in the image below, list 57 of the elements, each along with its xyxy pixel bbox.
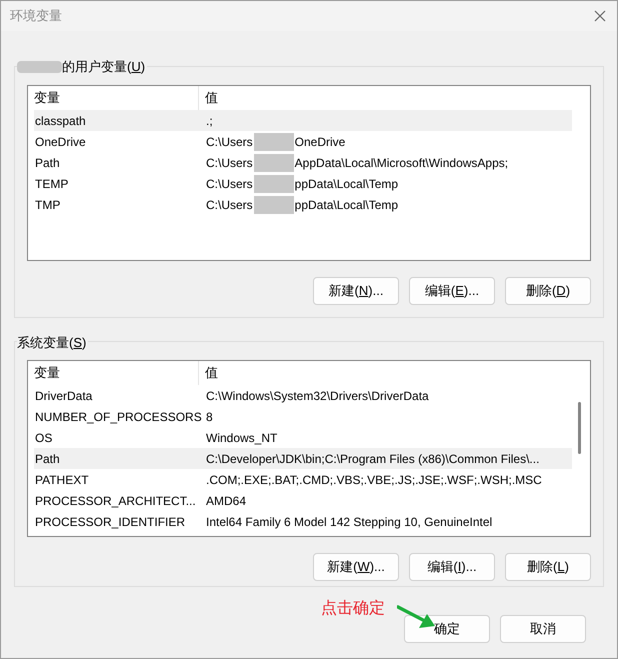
table-cell-text: C:\Users (206, 196, 253, 214)
table-cell-text: .; (206, 112, 213, 130)
table-row[interactable]: PATHEXT .COM;.EXE;.BAT;.CMD;.VBS;.VBE;.JS;.JSE;.WSF;.WSH;.MSC (34, 469, 572, 490)
annotation-text: 点击确定 (321, 598, 385, 619)
table-cell-text: classpath (35, 112, 87, 130)
table-row[interactable]: TMP C:\Users ppData\Local\Temp (34, 194, 572, 215)
table-cell-text: AppData\Local\Microsoft\WindowsApps; (294, 154, 508, 172)
table-cell-text: PATHEXT (35, 472, 90, 488)
table-row[interactable]: Path C:\Developer\JDK\bin;C:\Program Files (x86)\Common Files\... (34, 448, 572, 469)
table-cell-text: PROCESSOR_IDENTIFIER (35, 514, 186, 530)
dialog-button[interactable]: 新建(N)... (313, 277, 399, 305)
table-cell-text: Path (35, 154, 61, 172)
table-cell-text: Windows_NT (206, 430, 278, 446)
table-row[interactable]: OneDrive C:\Users OneDrive (34, 131, 572, 152)
dialog-button[interactable]: 新建(W)... (313, 553, 399, 581)
table-row[interactable]: DriverData C:\Windows\System32\Drivers\DriverData (34, 385, 572, 406)
table-cell-text: ppData\Local\Temp (294, 196, 398, 214)
ok-button[interactable]: 确定 (404, 615, 490, 643)
table-cell-text: 8 (206, 408, 213, 426)
table-cell-text: Path (35, 450, 61, 468)
table-cell-text: C:\Users (206, 134, 253, 150)
table-cell-text: DriverData (35, 388, 94, 404)
cancel-button[interactable]: 取消 (500, 615, 586, 643)
table-cell-text: C:\Developer\JDK\bin;C:\Program Files (x86)\Common Files\... (206, 450, 540, 468)
dialog-button[interactable]: 删除(L) (505, 553, 591, 581)
table-row[interactable]: classpath .; (34, 110, 572, 131)
table-cell-text: AMD64 (206, 492, 246, 510)
table-cell-text: C:\Users (206, 154, 253, 172)
table-cell-text: TEMP (35, 176, 70, 192)
column-header[interactable]: 值 (199, 361, 572, 385)
dialog-button[interactable]: 删除(D) (505, 277, 591, 305)
group-label: 的用户变量(U) (62, 58, 146, 76)
table-cell-text: OneDrive (35, 134, 87, 150)
table-row[interactable]: NUMBER_OF_PROCESSORS 8 (34, 406, 572, 427)
table-cell-text: .COM;.EXE;.BAT;.CMD;.VBS;.VBE;.JS;.JSE;.WSF;.WSH;.MSC (206, 472, 542, 488)
group-label: 系统变量(S) (17, 335, 86, 350)
table-row[interactable]: TEMP C:\Users ppData\Local\Temp (34, 173, 572, 194)
table-cell-text: Intel64 Family 6 Model 142 Stepping 10, GenuineIntel (206, 514, 492, 530)
table-row[interactable]: PROCESSOR_IDENTIFIER Intel64 Family 6 Model 142 Stepping 10, GenuineIntel (34, 511, 572, 532)
table-cell-text: TMP (35, 196, 62, 214)
table-row[interactable]: Path C:\Users AppData\Local\Microsoft\WindowsApps; (34, 152, 572, 173)
table-cell-text: ppData\Local\Temp (294, 176, 398, 192)
table-cell-text: C:\Windows\System32\Drivers\DriverData (206, 388, 429, 404)
dialog-button[interactable]: 编辑(E)... (409, 277, 495, 305)
scrollbar-thumb[interactable] (578, 402, 581, 454)
table-cell-text: PROCESSOR_ARCHITECT... (35, 492, 197, 510)
column-header[interactable]: 变量 (34, 361, 199, 385)
table-cell-text: C:\Users (206, 176, 253, 192)
table-cell-text: OneDrive (294, 134, 346, 150)
close-icon (594, 10, 606, 22)
table-row[interactable]: OS Windows_NT (34, 427, 572, 448)
dialog-button[interactable]: 编辑(I)... (409, 553, 495, 581)
column-header[interactable]: 值 (199, 86, 572, 110)
table-cell-text: NUMBER_OF_PROCESSORS (35, 408, 199, 426)
window-title: 环境变量 (10, 7, 62, 26)
table-row[interactable]: PROCESSOR_ARCHITECT... AMD64 (34, 490, 572, 511)
table-cell-text: OS (35, 430, 54, 446)
